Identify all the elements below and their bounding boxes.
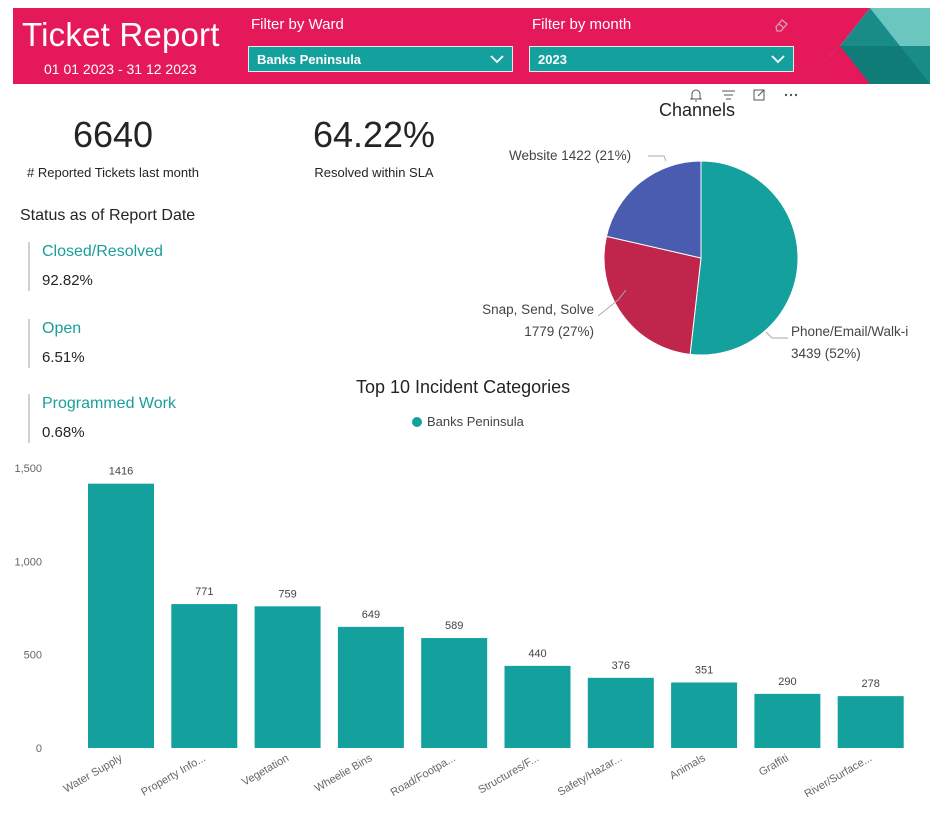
bar-value-label: 376	[612, 660, 630, 672]
x-category-label: Animals	[668, 752, 708, 782]
channels-pie-chart	[597, 155, 799, 356]
pie-label-phone-value: 3439 (52%)	[791, 346, 861, 361]
report-title: Ticket Report	[22, 16, 220, 53]
y-tick-label: 1,000	[14, 556, 42, 568]
sla-label: Resolved within SLA	[314, 165, 434, 180]
ward-filter-value: Banks Peninsula	[257, 51, 362, 67]
y-tick-label: 0	[36, 743, 42, 755]
pie-leader-line	[765, 331, 788, 339]
x-category-label: River/Surface...	[803, 752, 875, 800]
ward-filter-label: Filter by Ward	[251, 16, 344, 33]
bar-value-label: 351	[695, 664, 713, 676]
reported-tickets-value: 6640	[72, 114, 154, 155]
month-filter-label: Filter by month	[532, 16, 632, 33]
status-value: 92.82%	[42, 272, 93, 289]
legend-label: Banks Peninsula	[427, 414, 524, 429]
reported-tickets-label: # Reported Tickets last month	[27, 165, 199, 180]
ward-filter-dropdown[interactable]: Banks Peninsula	[248, 46, 513, 72]
bar[interactable]	[504, 665, 571, 748]
legend-marker	[412, 416, 422, 427]
bar[interactable]	[337, 626, 404, 748]
pie-slice-0[interactable]	[689, 160, 799, 356]
bar[interactable]	[171, 604, 238, 748]
x-category-label: Water Supply	[62, 752, 125, 795]
bar[interactable]	[587, 677, 654, 748]
more-options-icon[interactable]	[781, 86, 801, 104]
bar-value-label: 771	[195, 586, 213, 598]
pie-label-sss-value: 1779 (27%)	[524, 324, 594, 339]
bar[interactable]	[421, 638, 488, 748]
sla-value: 64.22%	[312, 114, 436, 155]
x-category-label: Safety/Hazar...	[556, 752, 624, 798]
month-filter-dropdown[interactable]: 2023	[529, 46, 794, 72]
x-category-label: Structures/F...	[476, 752, 541, 796]
status-item-programmed: Programmed Work 0.68%	[28, 394, 242, 443]
bar[interactable]	[837, 696, 904, 748]
pie-label-phone-name: Phone/Email/Walk-i	[791, 324, 909, 339]
bar[interactable]	[754, 693, 821, 748]
eraser-icon[interactable]	[772, 16, 790, 34]
bar-value-label: 1416	[109, 466, 133, 478]
status-heading: Status as of Report Date	[20, 207, 196, 224]
bar-value-label: 759	[278, 588, 296, 600]
x-category-label: Property Info...	[139, 752, 207, 798]
chevron-down-icon	[490, 55, 504, 64]
x-category-label: Road/Footpa...	[389, 752, 458, 799]
chevron-down-icon	[771, 55, 785, 64]
y-tick-label: 500	[24, 650, 42, 662]
bar-value-label: 589	[445, 620, 463, 632]
bar-value-label: 278	[862, 678, 880, 690]
bar[interactable]	[254, 606, 321, 748]
status-value: 6.51%	[42, 349, 85, 366]
focus-mode-icon[interactable]	[749, 86, 769, 104]
pie-label-website: Website 1422 (21%)	[509, 148, 632, 163]
x-category-label: Vegetation	[240, 752, 291, 788]
status-value: 0.68%	[42, 424, 85, 441]
bar-value-label: 440	[528, 648, 546, 660]
pie-chart-title: Channels	[659, 100, 736, 120]
y-tick-label: 1,500	[14, 463, 42, 475]
bar-chart-legend[interactable]: Banks Peninsula	[412, 414, 524, 429]
date-range: 01 01 2023 - 31 12 2023	[44, 61, 197, 77]
bar-chart-title: Top 10 Incident Categories	[356, 377, 571, 397]
status-name: Open	[42, 320, 82, 337]
bar-value-label: 290	[778, 676, 796, 688]
pie-leader-line	[648, 155, 667, 162]
x-category-label: Graffiti	[757, 752, 791, 778]
bar[interactable]	[671, 682, 738, 748]
month-filter-value: 2023	[538, 51, 567, 67]
incident-categories-bar-chart: 0 500 1,000 1,500 1416 Water Supply 771 Propert…	[14, 463, 904, 801]
status-item-closed: Closed/Resolved 92.82%	[28, 242, 242, 291]
status-name: Programmed Work	[42, 395, 176, 412]
status-item-open: Open 6.51%	[28, 319, 242, 368]
status-name: Closed/Resolved	[42, 243, 163, 260]
bar[interactable]	[88, 483, 154, 748]
bar-value-label: 649	[362, 609, 380, 621]
header-decoration	[800, 8, 930, 84]
pie-label-sss-name: Snap, Send, Solve	[482, 302, 594, 317]
x-category-label: Wheelie Bins	[313, 752, 375, 795]
